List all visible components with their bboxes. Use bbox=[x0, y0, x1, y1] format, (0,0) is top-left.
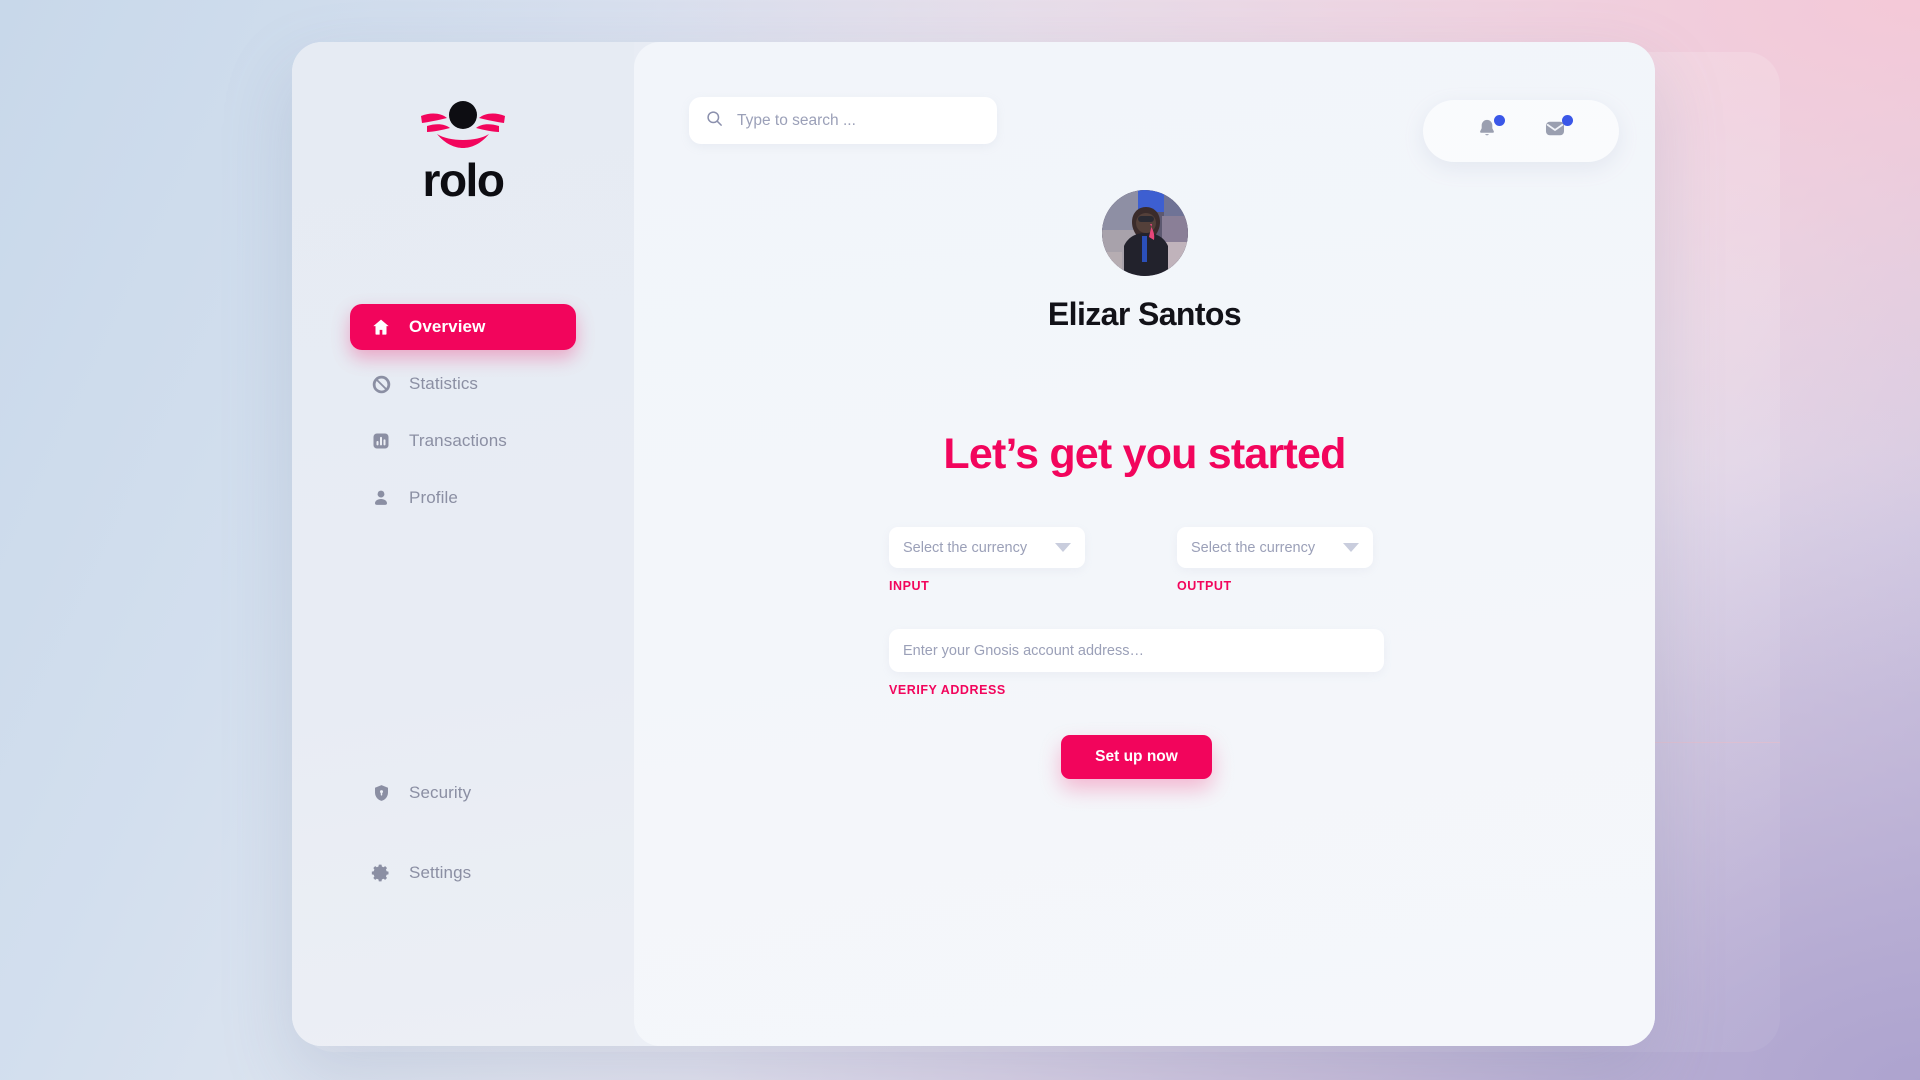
account-address-input[interactable] bbox=[903, 642, 1370, 659]
sidebar-item-security[interactable]: Security bbox=[350, 770, 576, 816]
sidebar-item-label: Profile bbox=[409, 488, 458, 507]
home-icon bbox=[370, 316, 392, 338]
sidebar-item-label: Settings bbox=[409, 863, 472, 882]
output-currency-value: Select the currency bbox=[1191, 539, 1316, 556]
setup-form: Select the currency INPUT Select the cur… bbox=[889, 527, 1384, 779]
sidebar-item-label: Transactions bbox=[409, 431, 507, 450]
search-box[interactable] bbox=[689, 97, 997, 144]
sidebar-item-transactions[interactable]: Transactions bbox=[350, 418, 576, 464]
sidebar-item-label: Security bbox=[409, 783, 472, 802]
sidebar-secondary-nav: Security Settings bbox=[292, 770, 634, 896]
notification-badge-dot bbox=[1494, 115, 1505, 126]
profile-name: Elizar Santos bbox=[1047, 296, 1242, 332]
set-up-now-button[interactable]: Set up now bbox=[1061, 735, 1212, 779]
sidebar-item-label: Statistics bbox=[409, 374, 479, 393]
chevron-down-icon bbox=[1343, 543, 1359, 552]
output-currency-select[interactable]: Select the currency bbox=[1177, 527, 1373, 568]
search-icon bbox=[705, 109, 724, 133]
brand-logo[interactable]: rolo bbox=[292, 98, 634, 203]
shield-lock-icon bbox=[370, 782, 392, 804]
messages-button[interactable] bbox=[1540, 115, 1573, 146]
profile-header: Elizar Santos bbox=[634, 190, 1655, 333]
verify-address-label: VERIFY ADDRESS bbox=[889, 683, 1006, 697]
currency-row: Select the currency INPUT Select the cur… bbox=[889, 527, 1384, 593]
chevron-down-icon bbox=[1055, 543, 1071, 552]
transactions-icon bbox=[370, 430, 392, 452]
sidebar-primary-nav: Overview Statistics Transactions Profile bbox=[292, 304, 634, 532]
brand-name: rolo bbox=[422, 154, 505, 206]
app-background: rolo Overview Statistics Transactions Pr… bbox=[0, 0, 1920, 1080]
input-currency-value: Select the currency bbox=[903, 539, 1028, 556]
input-currency-label: INPUT bbox=[889, 579, 930, 593]
statistics-icon bbox=[370, 373, 392, 395]
person-icon bbox=[370, 487, 392, 509]
output-currency-field: Select the currency OUTPUT bbox=[1177, 527, 1373, 593]
sidebar: rolo Overview Statistics Transactions Pr… bbox=[292, 42, 634, 1046]
app-window-card: rolo Overview Statistics Transactions Pr… bbox=[292, 42, 1655, 1046]
cta-container: Set up now bbox=[889, 735, 1384, 779]
gear-icon bbox=[370, 862, 392, 884]
notifications-button[interactable] bbox=[1472, 115, 1505, 146]
input-currency-field: Select the currency INPUT bbox=[889, 527, 1085, 593]
input-currency-select[interactable]: Select the currency bbox=[889, 527, 1085, 568]
output-currency-label: OUTPUT bbox=[1177, 579, 1232, 593]
message-badge-dot bbox=[1562, 115, 1573, 126]
sidebar-item-statistics[interactable]: Statistics bbox=[350, 361, 576, 407]
sidebar-item-profile[interactable]: Profile bbox=[350, 475, 576, 521]
search-container bbox=[689, 97, 997, 144]
avatar[interactable] bbox=[1101, 190, 1188, 276]
address-row: VERIFY ADDRESS bbox=[889, 629, 1384, 697]
search-input[interactable] bbox=[737, 111, 981, 130]
main-content: Elizar Santos Let’s get you started Sele… bbox=[634, 42, 1655, 1046]
sidebar-item-overview[interactable]: Overview bbox=[350, 304, 576, 350]
sidebar-item-settings[interactable]: Settings bbox=[350, 850, 576, 896]
rolo-logo-mark-icon bbox=[415, 98, 511, 155]
page-headline: Let’s get you started bbox=[943, 430, 1346, 478]
sidebar-item-label: Overview bbox=[409, 317, 486, 336]
account-address-box[interactable] bbox=[889, 629, 1384, 672]
account-address-field: VERIFY ADDRESS bbox=[889, 629, 1384, 697]
topbar-actions bbox=[1423, 100, 1619, 162]
